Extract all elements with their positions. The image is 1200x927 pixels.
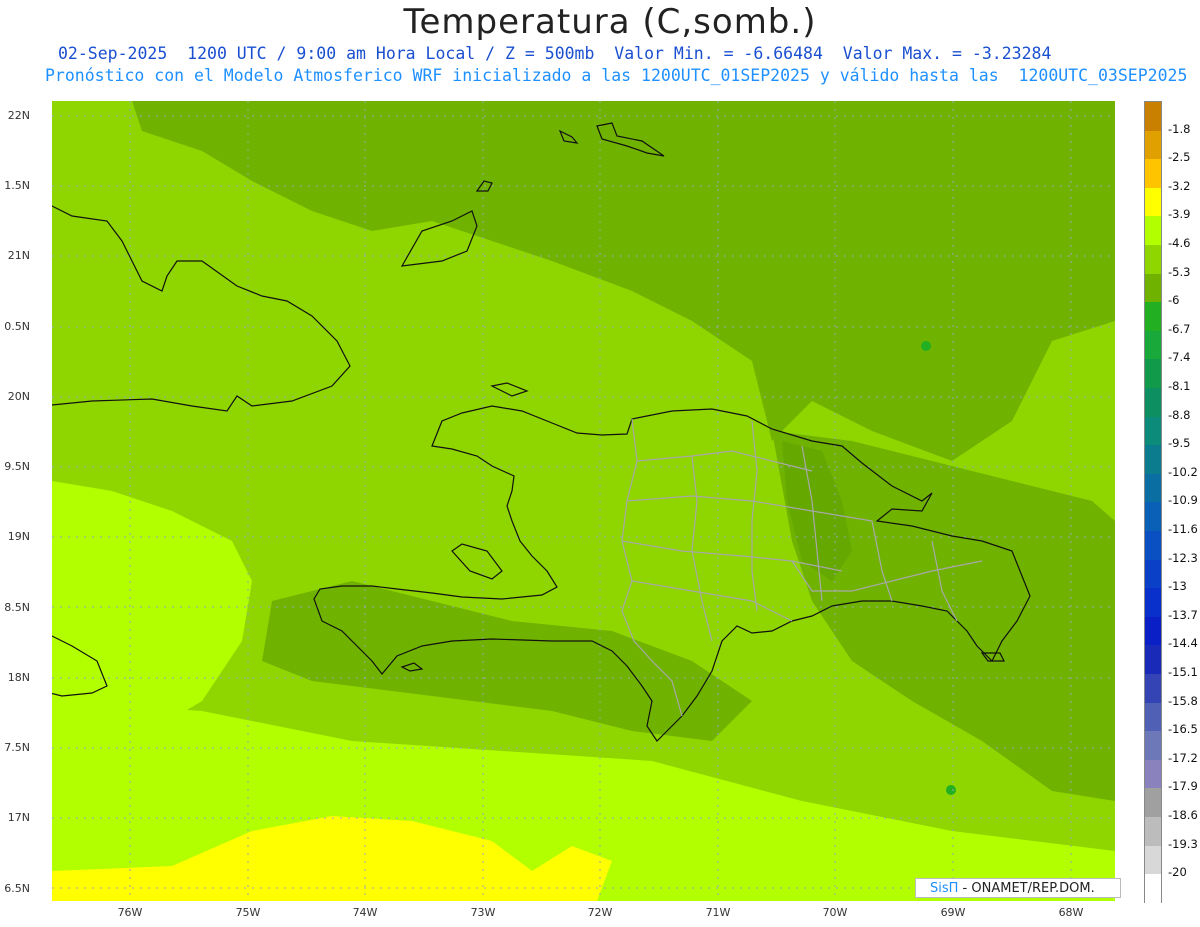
lat-label: 19N [7, 530, 30, 543]
colorbar-label: -19.3 [1168, 836, 1198, 851]
colorbar-label: -3.9 [1168, 207, 1191, 222]
colorbar-cell [1145, 416, 1161, 446]
colorbar-label: -8.1 [1168, 379, 1191, 393]
colorbar-label: -1.8 [1168, 121, 1191, 136]
colorbar-cell [1145, 788, 1161, 817]
colorbar-cell [1145, 388, 1161, 417]
colorbar-cell [1145, 817, 1161, 846]
lat-label: 6.5N [4, 882, 30, 895]
lat-label: 9.5N [4, 460, 30, 473]
island [490, 382, 529, 397]
cold-region-south [262, 581, 752, 741]
colorbar-label: -15.8 [1168, 693, 1198, 708]
colorbar-cell [1145, 245, 1161, 274]
lat-label: 17N [7, 811, 30, 824]
warm-region-west [52, 481, 252, 741]
lat-label: 1.5N [4, 179, 30, 192]
colorbar-cell [1145, 731, 1161, 760]
green-spot [946, 785, 956, 795]
colorbar-cell [1145, 473, 1161, 503]
colorbar-cell [1145, 559, 1161, 589]
colorbar-cell [1145, 130, 1161, 160]
colorbar-cell [1145, 445, 1161, 474]
lon-label: 75W [235, 906, 261, 919]
map-canvas [52, 101, 1115, 901]
colorbar-cell [1145, 216, 1161, 245]
lon-label: 74W [352, 906, 378, 919]
date-info-line: 02-Sep-2025 1200 UTC / 9:00 am Hora Loca… [58, 44, 1052, 63]
lat-label: 18N [7, 671, 30, 684]
colorbar-cell [1145, 874, 1161, 903]
temperature-map [52, 101, 1115, 901]
colorbar-cell [1145, 273, 1161, 303]
colorbar-cell [1145, 531, 1161, 560]
colorbar-label: -2.5 [1168, 150, 1191, 165]
colorbar-label: -9.5 [1168, 436, 1191, 451]
colorbar-label: -18.6 [1168, 808, 1198, 822]
colorbar-label: -14.4 [1168, 636, 1198, 651]
colorbar-cell [1145, 645, 1161, 674]
colorbar-cell [1145, 845, 1161, 875]
lon-label: 68W [1058, 906, 1084, 919]
lon-label: 73W [470, 906, 496, 919]
colorbar-label: -8.8 [1168, 407, 1191, 422]
colorbar-label: -10.9 [1168, 493, 1198, 508]
colorbar-cell [1145, 674, 1161, 703]
temperature-shading [52, 101, 1115, 901]
colorbar [1144, 101, 1162, 903]
colorbar-label: -17.9 [1168, 779, 1198, 794]
lat-label: 7.5N [4, 741, 30, 754]
cuba-coast [52, 205, 351, 412]
cold-region-north [132, 101, 1115, 461]
colorbar-label: -5.3 [1168, 264, 1191, 279]
colorbar-cell [1145, 102, 1161, 131]
colorbar-label: -6.7 [1168, 321, 1191, 336]
island [451, 543, 503, 580]
colorbar-cell [1145, 159, 1161, 188]
map-title: Temperatura (C,somb.) [403, 2, 817, 42]
colorbar-label: -6 [1168, 293, 1180, 308]
credit-brand: SisΠ [930, 881, 959, 896]
colorbar-label: -12.3 [1168, 550, 1198, 565]
lon-label: 72W [587, 906, 613, 919]
colorbar-cell [1145, 588, 1161, 617]
colorbar-label: -17.2 [1168, 750, 1198, 765]
colorbar-cell [1145, 759, 1161, 789]
colorbar-label: -3.2 [1168, 178, 1191, 193]
colorbar-label: -4.6 [1168, 236, 1191, 250]
lat-label: 21N [7, 249, 30, 262]
lon-label: 70W [822, 906, 848, 919]
lon-label: 69W [940, 906, 966, 919]
colorbar-label: -7.4 [1168, 350, 1191, 365]
lat-label: 0.5N [4, 320, 30, 333]
credit-box: SisΠ - ONAMET/REP.DOM. [915, 878, 1121, 898]
colorbar-label: -16.5 [1168, 722, 1198, 737]
colorbar-cell [1145, 359, 1161, 388]
forecast-info-line: Pronóstico con el Modelo Atmosferico WRF… [45, 66, 1188, 85]
colorbar-label: -11.6 [1168, 522, 1198, 536]
lat-label: 20N [7, 390, 30, 403]
lon-label: 76W [117, 906, 143, 919]
colorbar-cell [1145, 302, 1161, 331]
colorbar-label: -10.2 [1168, 464, 1198, 479]
colorbar-cell [1145, 187, 1161, 217]
colorbar-cell [1145, 702, 1161, 732]
colorbar-label: -15.1 [1168, 665, 1198, 679]
green-spot [921, 341, 931, 351]
lon-label: 71W [705, 906, 731, 919]
colorbar-label: -13.7 [1168, 607, 1198, 622]
credit-text: - ONAMET/REP.DOM. [958, 881, 1095, 896]
colorbar-cell [1145, 330, 1161, 360]
colorbar-label: -13 [1168, 579, 1187, 594]
lat-label: 8.5N [4, 601, 30, 614]
colorbar-cell [1145, 616, 1161, 646]
colorbar-cell [1145, 502, 1161, 531]
lat-label: 22N [7, 109, 30, 122]
colorbar-label: -20 [1168, 865, 1187, 880]
